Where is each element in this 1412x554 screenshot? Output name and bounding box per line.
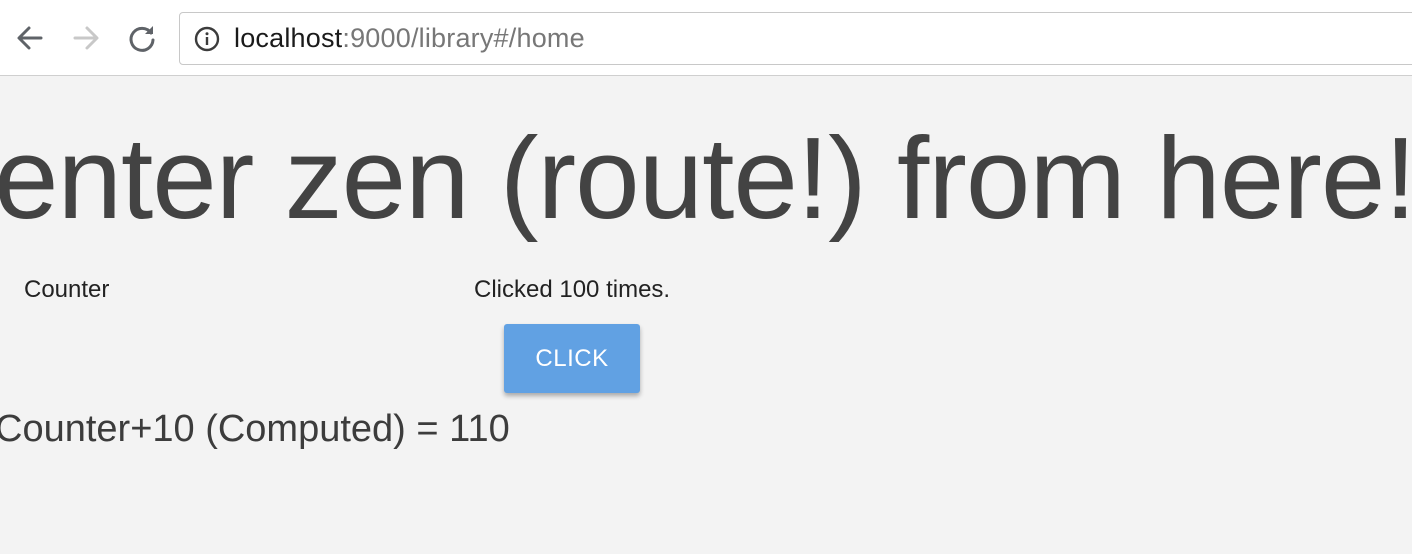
- counter-label: Counter: [24, 276, 110, 303]
- tab-strip-edge: [0, 0, 1412, 4]
- reload-icon: [129, 26, 155, 52]
- click-button[interactable]: CLICK: [504, 324, 640, 393]
- page-headline: enter zen (route!) from here!: [0, 113, 1412, 243]
- counter-status: Clicked 100 times.: [474, 276, 671, 303]
- url-path: :9000/library#/home: [342, 23, 585, 53]
- arrow-right-icon: [73, 26, 99, 50]
- computed-counter-text: Counter+10 (Computed) = 110: [0, 408, 510, 450]
- forward-button[interactable]: [68, 20, 104, 56]
- url-text[interactable]: localhost:9000/library#/home: [234, 23, 585, 54]
- url-host: localhost: [234, 23, 343, 53]
- reload-button[interactable]: [124, 20, 160, 56]
- arrow-left-icon: [17, 26, 43, 50]
- address-bar[interactable]: localhost:9000/library#/home: [179, 12, 1412, 65]
- browser-toolbar: localhost:9000/library#/home: [0, 0, 1412, 76]
- back-button[interactable]: [12, 20, 48, 56]
- info-circle-icon[interactable]: [194, 26, 220, 52]
